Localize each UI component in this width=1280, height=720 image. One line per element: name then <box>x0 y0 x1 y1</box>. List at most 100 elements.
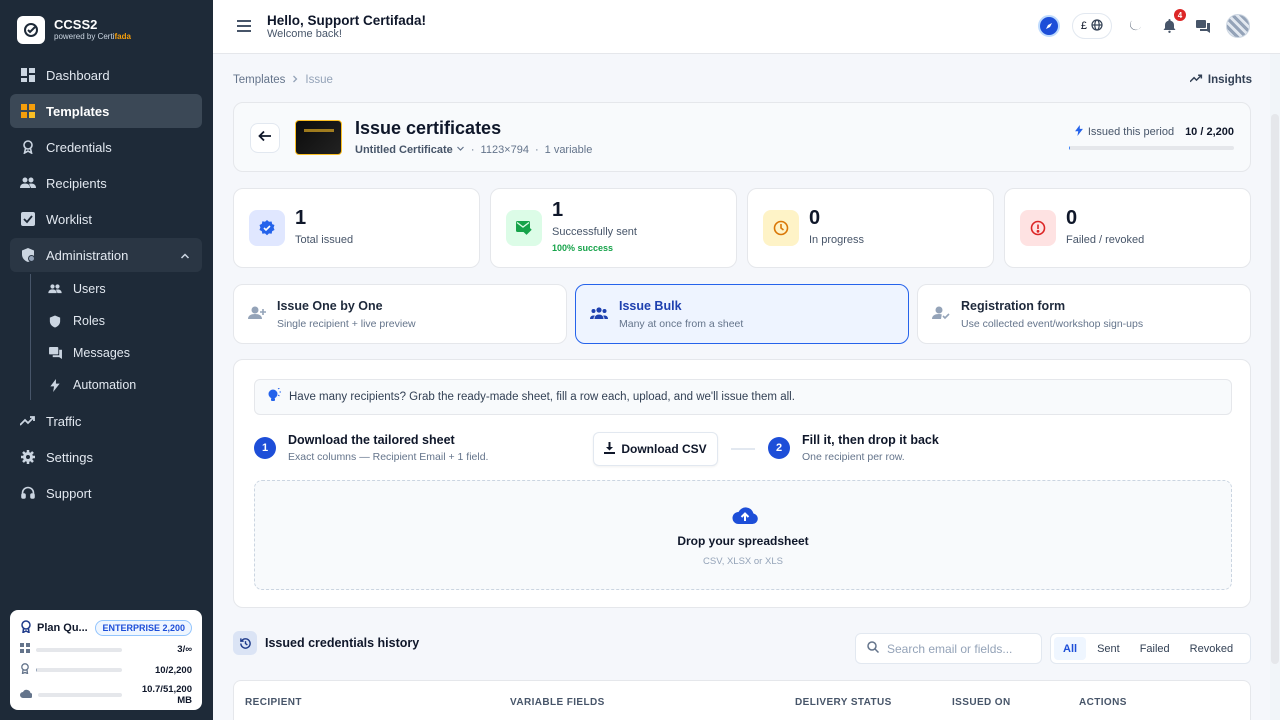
step-one-title: Download the tailored sheet <box>288 433 455 447</box>
history-search-input[interactable] <box>887 641 1027 656</box>
nav-users[interactable]: Users <box>37 274 202 304</box>
template-selector[interactable]: Untitled Certificate <box>355 144 465 156</box>
dropzone-title: Drop your spreadsheet <box>677 534 809 548</box>
step-two-subtitle: One recipient per row. <box>802 451 905 463</box>
plan-templates-bar <box>36 647 122 652</box>
history-table-header: RECIPIENT VARIABLE FIELDS DELIVERY STATU… <box>233 680 1251 720</box>
chevron-down-icon <box>456 144 465 156</box>
issue-header-card: Issue certificates Untitled Certificate … <box>233 102 1251 172</box>
period-label: Issued this period <box>1087 126 1175 138</box>
plan-credentials-bar <box>36 668 122 672</box>
breadcrumb-templates[interactable]: Templates <box>233 74 285 86</box>
template-name: Untitled Certificate <box>355 144 453 156</box>
stat-total-issued: 1 Total issued <box>233 188 480 268</box>
brand[interactable]: CCSS2 powered by Certifada <box>17 16 131 44</box>
history-search[interactable] <box>855 633 1042 664</box>
bulk-hint: Have many recipients? Grab the ready-mad… <box>254 379 1232 415</box>
column-issued-on[interactable]: ISSUED ON <box>952 697 1011 708</box>
brand-tagline: powered by Certifada <box>54 32 131 41</box>
stat-progress-label: In progress <box>809 234 865 246</box>
nav-roles-label: Roles <box>73 314 105 328</box>
stat-in-progress: 0 In progress <box>747 188 994 268</box>
insights-icon <box>1189 74 1203 86</box>
nav-support-label: Support <box>46 485 92 501</box>
plan-credentials-row: 10/2,200 <box>20 663 192 677</box>
filter-failed[interactable]: Failed <box>1131 637 1179 660</box>
stat-failed-value: 0 <box>1066 207 1078 229</box>
header-actions: £ 4 <box>1037 9 1250 39</box>
filter-revoked[interactable]: Revoked <box>1181 637 1242 660</box>
menu-icon[interactable] <box>237 19 251 37</box>
plan-badge: ENTERPRISE 2,200 <box>95 620 192 636</box>
plan-templates-row: 3/∞ <box>20 643 192 656</box>
greeting-subtitle: Welcome back! <box>267 28 342 40</box>
column-recipient[interactable]: RECIPIENT <box>245 697 302 708</box>
filter-sent[interactable]: Sent <box>1088 637 1129 660</box>
checklist-icon <box>20 211 36 227</box>
language-selector[interactable]: £ <box>1071 13 1112 39</box>
period-progress-fill <box>1069 146 1070 150</box>
mode-registration-sub: Use collected event/workshop sign-ups <box>961 318 1144 330</box>
brand-name: CCSS2 <box>54 17 98 32</box>
history-title: Issued credentials history <box>265 636 420 650</box>
compass-icon[interactable] <box>1037 15 1060 37</box>
bell-icon[interactable]: 4 <box>1158 9 1186 37</box>
grid-icon <box>20 643 30 656</box>
back-button[interactable] <box>250 123 280 153</box>
page-scrollbar[interactable] <box>1270 54 1280 720</box>
stat-successfully-sent: 1 Successfully sent 100% success <box>490 188 737 268</box>
spreadsheet-dropzone[interactable]: Drop your spreadsheet CSV, XLSX or XLS <box>254 480 1232 590</box>
chat-icon[interactable] <box>1192 15 1214 37</box>
insights-link[interactable]: Insights <box>1189 74 1252 86</box>
mode-one-by-one[interactable]: Issue One by One Single recipient + live… <box>233 284 567 344</box>
bolt-icon <box>1074 125 1083 139</box>
nav-credentials[interactable]: Credentials <box>10 130 202 164</box>
column-actions: ACTIONS <box>1079 697 1127 708</box>
group-icon <box>590 306 608 324</box>
moon-icon[interactable] <box>1124 15 1146 37</box>
user-avatar[interactable] <box>1226 14 1250 38</box>
globe-icon <box>1091 18 1103 34</box>
plan-title: Plan Qu... <box>37 622 88 634</box>
nav-support[interactable]: Support <box>10 476 202 510</box>
nav-templates[interactable]: Templates <box>10 94 202 128</box>
person-check-icon <box>932 306 950 325</box>
chevron-right-icon <box>291 74 299 86</box>
page-title: Issue certificates <box>355 118 502 138</box>
template-thumbnail[interactable] <box>295 120 342 155</box>
award-icon <box>20 139 36 155</box>
search-icon <box>867 640 880 658</box>
nav-recipients[interactable]: Recipients <box>10 166 202 200</box>
template-dimensions: 1123×794 <box>480 144 529 156</box>
nav-messages[interactable]: Messages <box>37 338 202 368</box>
plan-quota-card[interactable]: Plan Qu... ENTERPRISE 2,200 3/∞ 10/2,200… <box>10 610 202 710</box>
headset-icon <box>20 485 36 501</box>
mode-registration-form[interactable]: Registration form Use collected event/wo… <box>917 284 1251 344</box>
greeting: Hello, Support Certifada! <box>267 13 427 28</box>
filter-all[interactable]: All <box>1054 637 1087 660</box>
scrollbar-thumb[interactable] <box>1271 114 1279 664</box>
nav-messages-label: Messages <box>73 346 130 360</box>
nav-templates-label: Templates <box>46 103 110 119</box>
nav-automation[interactable]: Automation <box>37 370 202 400</box>
nav-recipients-label: Recipients <box>46 175 107 191</box>
sidebar: CCSS2 powered by Certifada Dashboard Tem… <box>0 0 213 720</box>
nav-worklist[interactable]: Worklist <box>10 202 202 236</box>
alert-circle-icon <box>1020 210 1056 246</box>
nav-roles[interactable]: Roles <box>37 306 202 336</box>
nav-settings[interactable]: Settings <box>10 440 202 474</box>
nav-traffic[interactable]: Traffic <box>10 404 202 438</box>
download-csv-button[interactable]: Download CSV <box>593 432 718 466</box>
nav-administration[interactable]: Administration <box>10 238 202 272</box>
stat-sent-value: 1 <box>552 199 564 221</box>
download-icon <box>604 441 616 457</box>
mode-bulk[interactable]: Issue Bulk Many at once from a sheet <box>575 284 909 344</box>
templates-icon <box>20 103 36 119</box>
cloud-icon <box>20 689 33 701</box>
column-delivery-status[interactable]: DELIVERY STATUS <box>795 697 892 708</box>
nav-users-label: Users <box>73 282 106 296</box>
column-variable-fields[interactable]: VARIABLE FIELDS <box>510 697 605 708</box>
stat-total-label: Total issued <box>295 234 354 246</box>
nav-settings-label: Settings <box>46 449 93 465</box>
nav-dashboard[interactable]: Dashboard <box>10 58 202 92</box>
